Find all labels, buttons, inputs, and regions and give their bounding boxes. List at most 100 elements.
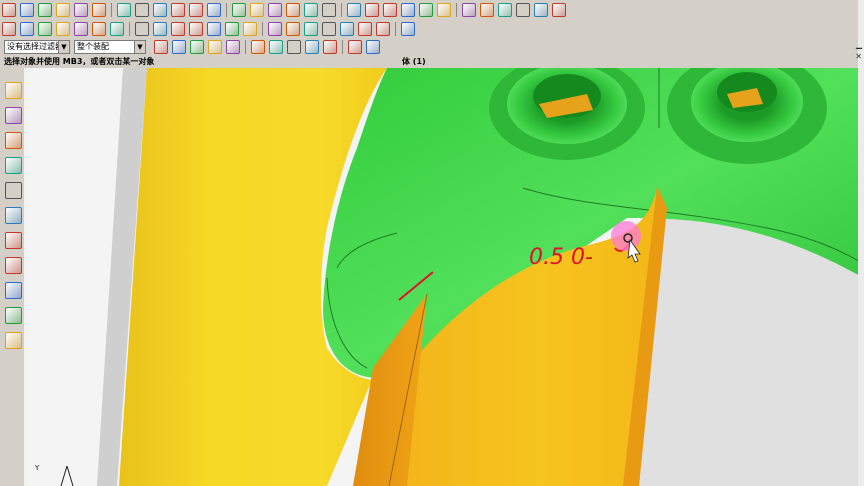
type-filter-dropdown[interactable]: 没有选择过滤器 ▼ <box>4 39 70 54</box>
blend-icon[interactable] <box>268 2 282 17</box>
text-icon[interactable] <box>74 2 88 17</box>
toolbar-mid <box>0 19 864 39</box>
subtract-icon[interactable] <box>153 21 167 36</box>
process-studio-icon[interactable] <box>5 257 22 274</box>
revolve-icon[interactable] <box>340 21 354 36</box>
project-icon[interactable] <box>225 21 239 36</box>
measure-icon[interactable] <box>516 2 530 17</box>
chevron-down-icon: ▼ <box>134 40 145 53</box>
close-icon[interactable]: ✕ <box>855 52 862 61</box>
history-icon[interactable] <box>5 207 22 224</box>
snap-cross-icon[interactable] <box>348 39 362 54</box>
dimension-icon[interactable] <box>419 2 433 17</box>
selection-scope-dropdown[interactable]: 整个装配 ▼ <box>74 39 146 54</box>
edit-icon[interactable] <box>365 2 379 17</box>
reuse-library-icon[interactable] <box>5 157 22 174</box>
view-icon[interactable] <box>462 2 476 17</box>
magnet-icon[interactable] <box>208 39 222 54</box>
right-edge-panel: ▁ ✕ <box>855 0 864 486</box>
status-bar: 选择对象并使用 MB3，或者双击某一对象 体 (1) <box>0 55 864 68</box>
system-materials-icon[interactable] <box>5 232 22 249</box>
cylinder-icon[interactable] <box>232 2 246 17</box>
union-icon[interactable] <box>135 21 149 36</box>
box-select-icon[interactable] <box>226 39 240 54</box>
undo-select-icon[interactable] <box>190 39 204 54</box>
sweep-icon[interactable] <box>304 21 318 36</box>
intersect-icon[interactable] <box>171 21 185 36</box>
thicken-icon[interactable] <box>268 21 282 36</box>
chevron-down-icon: ▼ <box>58 40 69 53</box>
minimize-icon[interactable]: ▁ <box>856 40 862 49</box>
line-icon[interactable] <box>2 2 16 17</box>
snap-toolbar <box>152 39 382 54</box>
sketch-icon[interactable] <box>74 21 88 36</box>
toolbar-separator <box>395 21 396 36</box>
plane-icon[interactable] <box>20 21 34 36</box>
feature-icon[interactable] <box>498 2 512 17</box>
render-icon[interactable] <box>5 332 22 349</box>
toolbar-separator <box>456 2 457 17</box>
model-view[interactable]: 0.5 0- Y <box>27 68 864 486</box>
spline-icon[interactable] <box>56 2 70 17</box>
filter-icon[interactable] <box>172 39 186 54</box>
web-browser-icon[interactable] <box>5 182 22 199</box>
point-icon[interactable] <box>2 21 16 36</box>
shell-icon[interactable] <box>304 2 318 17</box>
sew-icon[interactable] <box>286 21 300 36</box>
csys-y-label: Y <box>34 464 40 472</box>
mirror-icon[interactable] <box>117 2 131 17</box>
offset-icon[interactable] <box>135 2 149 17</box>
snap-end-icon[interactable] <box>269 39 283 54</box>
chamfer-icon[interactable] <box>286 2 300 17</box>
constraint-navigator-icon[interactable] <box>5 107 22 124</box>
status-prompt: 选择对象并使用 MB3，或者双击某一对象 <box>4 57 155 66</box>
toolbar-separator <box>262 21 263 36</box>
cone-icon[interactable] <box>110 21 124 36</box>
graphics-viewport[interactable]: 0.5 0- Y <box>27 68 864 486</box>
snap-icon[interactable] <box>376 21 390 36</box>
hole-icon[interactable] <box>250 2 264 17</box>
arc-icon[interactable] <box>20 2 34 17</box>
roles-icon[interactable] <box>5 282 22 299</box>
toolbar-separator <box>226 2 227 17</box>
wrap-icon[interactable] <box>243 21 257 36</box>
loft-icon[interactable] <box>322 21 336 36</box>
cube-select-icon[interactable] <box>251 39 265 54</box>
sphere-icon[interactable] <box>92 21 106 36</box>
toolbar-separator <box>111 2 112 17</box>
pattern-icon[interactable] <box>322 2 336 17</box>
rib-icon[interactable] <box>358 21 372 36</box>
csys-icon[interactable] <box>56 21 70 36</box>
surface-icon[interactable] <box>383 2 397 17</box>
toolbar-separator <box>129 21 130 36</box>
status-selection: 体 (1) <box>402 57 426 66</box>
rectangle-icon[interactable] <box>38 2 52 17</box>
render-icon[interactable] <box>534 2 548 17</box>
table-icon[interactable] <box>171 2 185 17</box>
weld-icon[interactable] <box>437 2 451 17</box>
cursor-highlight <box>611 221 641 251</box>
grid-icon[interactable] <box>153 2 167 17</box>
fillet-icon[interactable] <box>92 2 106 17</box>
layer-icon[interactable] <box>401 21 415 36</box>
part-navigator-icon[interactable] <box>5 132 22 149</box>
select-icon[interactable] <box>154 39 168 54</box>
palette-icon[interactable] <box>5 307 22 324</box>
tools-icon[interactable] <box>552 2 566 17</box>
snap-tangent-icon[interactable] <box>366 39 380 54</box>
selection-bar: 没有选择过滤器 ▼ 整个装配 ▼ <box>0 38 864 56</box>
assembly-navigator-icon[interactable] <box>5 82 22 99</box>
snap-mid-icon[interactable] <box>287 39 301 54</box>
draft-icon[interactable] <box>189 21 203 36</box>
resource-bar <box>0 68 24 486</box>
snap-point-icon[interactable] <box>323 39 337 54</box>
curve-icon[interactable] <box>207 21 221 36</box>
trim-icon[interactable] <box>347 2 361 17</box>
extrude-icon[interactable] <box>189 2 203 17</box>
note-icon[interactable] <box>401 2 415 17</box>
toolbar-separator <box>341 2 342 17</box>
axis-icon[interactable] <box>38 21 52 36</box>
box-icon[interactable] <box>207 2 221 17</box>
snap-center-icon[interactable] <box>305 39 319 54</box>
analysis-icon[interactable] <box>480 2 494 17</box>
